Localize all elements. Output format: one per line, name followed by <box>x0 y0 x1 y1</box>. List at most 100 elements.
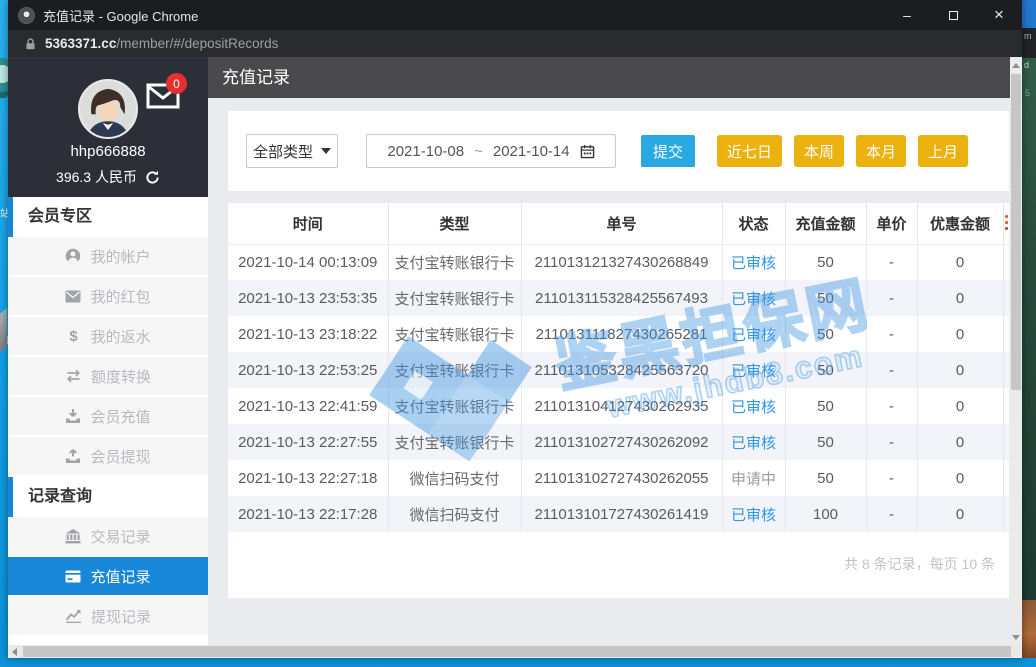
message-count-badge: 0 <box>166 73 187 94</box>
table-row: 2021-10-13 22:53:25支付宝转账银行卡2110131053284… <box>228 352 1009 388</box>
calendar-icon <box>580 144 595 159</box>
cell-order: 211013105328425563720 <box>521 352 722 388</box>
cell-status: 已审核 <box>722 280 785 316</box>
maximize-button[interactable] <box>930 0 976 30</box>
quick-filter-button-0[interactable]: 近七日 <box>717 135 782 167</box>
vertical-scrollbar[interactable] <box>1010 57 1022 645</box>
sidebar-item-envelope[interactable]: 我的红包 <box>8 277 208 317</box>
cell-type: 支付宝转账银行卡 <box>388 352 521 388</box>
table-row: 2021-10-13 23:18:22支付宝转账银行卡2110131118274… <box>228 316 1009 352</box>
sidebar-item-user[interactable]: 我的帐户 <box>8 237 208 277</box>
cell-time: 2021-10-14 00:13:09 <box>228 244 388 280</box>
horizontal-scrollbar-thumb[interactable] <box>23 646 1011 657</box>
clipped-next-column-cell <box>1003 460 1009 496</box>
sidebar-menu: 会员专区我的帐户我的红包$我的返水额度转换会员充值会员提现记录查询交易记录充值记… <box>8 197 208 645</box>
background-window-edge: m d 5 <box>1022 0 1036 667</box>
avatar-image <box>80 81 136 137</box>
sidebar-item-label: 会员提现 <box>90 446 150 467</box>
horizontal-scrollbar[interactable] <box>8 645 1022 658</box>
window-title: 充值记录 - Google Chrome <box>43 6 198 25</box>
cell-time: 2021-10-13 23:53:35 <box>228 280 388 316</box>
clipped-next-column <box>1003 203 1009 244</box>
clipped-next-column-cell <box>1003 352 1009 388</box>
column-header: 时间 <box>228 203 388 244</box>
records-table-card: 时间类型单号状态充值金额单价优惠金额 2021-10-14 00:13:09支付… <box>228 203 1009 598</box>
lock-icon <box>24 37 37 51</box>
sidebar-item-deposit[interactable]: 会员充值 <box>8 397 208 437</box>
exchange-icon <box>65 369 82 383</box>
background-window-green: d 5 <box>1022 58 1036 608</box>
cell-discount: 0 <box>917 280 1003 316</box>
sidebar-item-card[interactable]: 充值记录 <box>8 557 208 597</box>
date-from: 2021-10-08 <box>387 143 464 160</box>
table-row: 2021-10-13 22:41:59支付宝转账银行卡2110131041274… <box>228 388 1009 424</box>
minimize-icon: – <box>903 7 911 23</box>
sidebar-item-dollar[interactable]: $我的返水 <box>8 317 208 357</box>
minimize-button[interactable]: – <box>884 0 930 30</box>
quick-filter-button-1[interactable]: 本周 <box>794 135 844 167</box>
quick-filter-button-3[interactable]: 上月 <box>918 135 968 167</box>
bank-icon <box>65 529 81 544</box>
clipped-next-column-cell <box>1003 496 1009 532</box>
vertical-scrollbar-thumb[interactable] <box>1011 74 1021 390</box>
cell-amount: 50 <box>785 388 866 424</box>
submit-button[interactable]: 提交 <box>641 135 695 167</box>
address-bar[interactable]: 5363371.cc/member/#/depositRecords <box>8 30 1022 57</box>
cell-discount: 0 <box>917 496 1003 532</box>
card-icon <box>65 570 81 583</box>
user-avatar[interactable] <box>78 79 138 139</box>
user-panel: 0 hhp666888 396.3 人民币 <box>8 57 208 197</box>
cell-price: - <box>866 316 917 352</box>
sidebar-section-header: 会员专区 <box>8 197 208 237</box>
page-title: 充值记录 <box>208 57 1010 98</box>
sidebar-item-label: 交易记录 <box>90 526 150 547</box>
sidebar-item-label: 充值记录 <box>90 566 150 587</box>
sidebar-item-label: 我的帐户 <box>90 246 150 267</box>
background-window-dark: m <box>1022 28 1036 58</box>
envelope-icon <box>65 290 81 303</box>
close-button[interactable]: × <box>976 0 1022 30</box>
sidebar-item-bank[interactable]: 交易记录 <box>8 517 208 557</box>
table-row: 2021-10-13 22:17:28微信扫码支付211013101727430… <box>228 496 1009 532</box>
title-bar: 充值记录 - Google Chrome – × <box>8 0 1022 30</box>
close-icon: × <box>994 5 1004 25</box>
cell-time: 2021-10-13 22:27:55 <box>228 424 388 460</box>
filter-bar: 全部类型 2021-10-08 ~ 2021-10-14 提交 近七日本周本月上… <box>228 111 1009 191</box>
sidebar-section-header: 记录查询 <box>8 477 208 517</box>
type-select[interactable]: 全部类型 <box>246 134 338 168</box>
cell-order: 211013115328425567493 <box>521 280 722 316</box>
column-header: 状态 <box>722 203 785 244</box>
sidebar-item-chart[interactable]: 提现记录 <box>8 597 208 637</box>
url-domain: 5363371.cc <box>45 36 116 51</box>
column-header: 优惠金额 <box>917 203 1003 244</box>
messages-button[interactable]: 0 <box>146 83 180 114</box>
column-header: 充值金额 <box>785 203 866 244</box>
cell-time: 2021-10-13 22:41:59 <box>228 388 388 424</box>
scroll-left-icon[interactable] <box>12 648 17 656</box>
table-row: 2021-10-13 22:27:55支付宝转账银行卡2110131027274… <box>228 424 1009 460</box>
cell-type: 支付宝转账银行卡 <box>388 388 521 424</box>
cell-status: 已审核 <box>722 244 785 280</box>
refresh-icon[interactable] <box>145 170 160 185</box>
clipped-next-column-cell <box>1003 280 1009 316</box>
cell-price: - <box>866 352 917 388</box>
cell-order: 211013102727430262055 <box>521 460 722 496</box>
quick-filter-button-2[interactable]: 本月 <box>856 135 906 167</box>
cell-amount: 50 <box>785 316 866 352</box>
pagination-summary: 共 8 条记录，每页 10 条 <box>228 532 1009 584</box>
sidebar-item-withdraw[interactable]: 会员提现 <box>8 437 208 477</box>
type-select-value: 全部类型 <box>253 141 313 162</box>
date-range-input[interactable]: 2021-10-08 ~ 2021-10-14 <box>366 134 616 168</box>
browser-window: 充值记录 - Google Chrome – × 5363371.cc/memb… <box>8 0 1022 658</box>
cell-order: 211013111827430265281 <box>521 316 722 352</box>
scroll-up-icon[interactable] <box>1012 63 1020 68</box>
cell-price: - <box>866 424 917 460</box>
scroll-down-icon[interactable] <box>1012 635 1020 640</box>
cell-status: 申请中 <box>722 460 785 496</box>
cell-type: 微信扫码支付 <box>388 496 521 532</box>
cell-discount: 0 <box>917 424 1003 460</box>
clipped-next-column-cell <box>1003 316 1009 352</box>
sidebar-item-exchange[interactable]: 额度转换 <box>8 357 208 397</box>
sidebar-item-label: 会员充值 <box>90 406 150 427</box>
withdraw-icon <box>65 449 81 464</box>
